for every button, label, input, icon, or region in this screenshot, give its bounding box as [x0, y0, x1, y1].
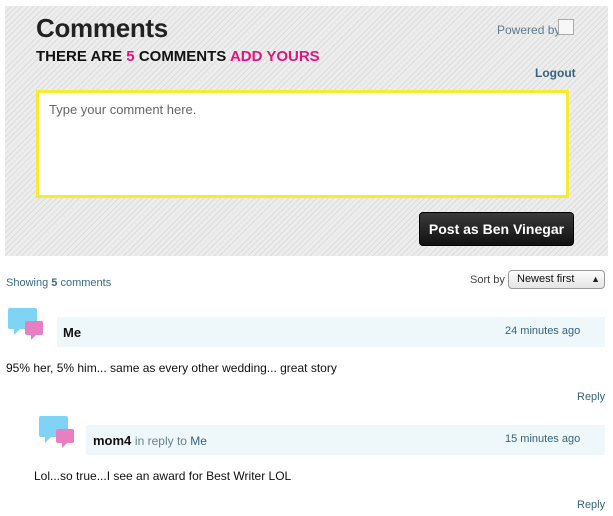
showing-prefix: Showing: [6, 277, 49, 289]
post-comment-button[interactable]: Post as Ben Vinegar: [419, 212, 574, 246]
comment-author-line: mom4 in reply to Me: [93, 433, 207, 448]
sort-selected-value: Newest first: [517, 273, 575, 285]
showing-number: 5: [51, 277, 58, 289]
powered-by-label: Powered by: [497, 23, 561, 37]
comment-count-heading: THERE ARE 5 COMMENTS ADD YOURS: [36, 48, 320, 65]
add-yours-link[interactable]: ADD YOURS: [230, 48, 320, 65]
sort-label: Sort by: [470, 274, 505, 286]
comment-author[interactable]: Me: [63, 325, 81, 340]
comment-body: Lol...so true...I see an award for Best …: [34, 469, 292, 483]
default-avatar-icon: [8, 308, 43, 340]
comment-composer-panel: Comments THERE ARE 5 COMMENTS ADD YOURS …: [5, 6, 608, 256]
comment-timestamp[interactable]: 24 minutes ago: [505, 325, 580, 337]
comment-body: 95% her, 5% him... same as every other w…: [6, 361, 337, 375]
comment-author[interactable]: mom4: [93, 433, 131, 448]
comment-timestamp[interactable]: 15 minutes ago: [505, 433, 580, 445]
logout-link[interactable]: Logout: [535, 66, 576, 80]
showing-count: Showing 5 comments: [6, 277, 111, 289]
comment-count: 5: [126, 48, 135, 65]
reply-link[interactable]: Reply: [577, 391, 605, 403]
in-reply-to-prefix: in reply to: [134, 434, 187, 448]
default-avatar-icon: [39, 416, 74, 448]
comments-title: Comments: [36, 13, 168, 43]
comment-input[interactable]: [36, 90, 569, 198]
sort-select[interactable]: Newest first ▲: [508, 270, 605, 289]
in-reply-to-author[interactable]: Me: [190, 434, 207, 448]
count-prefix: THERE ARE: [36, 48, 123, 65]
powered-by-logo[interactable]: [558, 19, 574, 35]
showing-suffix: comments: [60, 277, 112, 289]
in-reply-to: in reply to Me: [135, 434, 207, 448]
reply-link[interactable]: Reply: [577, 499, 605, 511]
select-arrows-icon: ▲: [591, 274, 600, 284]
count-suffix: COMMENTS: [138, 48, 227, 65]
